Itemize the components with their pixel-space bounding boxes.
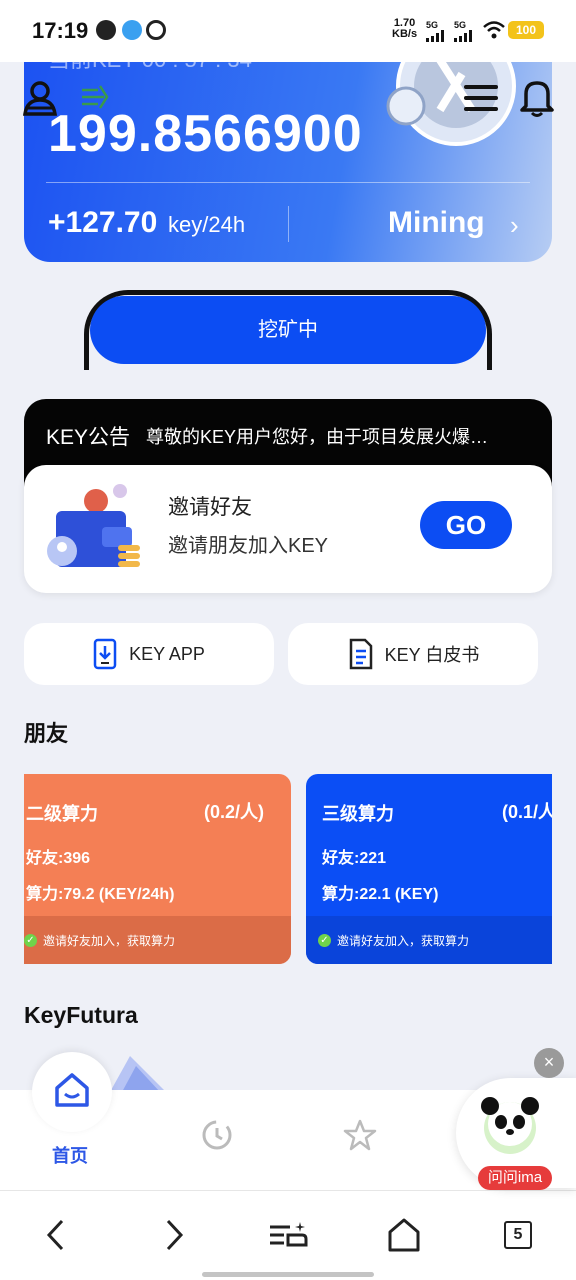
level3-title: 三级算力 (322, 804, 394, 824)
check-icon: ✓ (24, 933, 37, 947)
signal-2-label: 5G (454, 20, 467, 30)
check-icon: ✓ (318, 933, 331, 947)
browser-home-icon (388, 1218, 420, 1252)
level2-footer: ✓ 邀请好友加入，获取算力 (24, 916, 291, 964)
chevron-left-icon (46, 1219, 64, 1251)
level2-rate: (0.2/人) (204, 802, 265, 822)
refresh-icon[interactable] (200, 1118, 234, 1152)
invite-title: 邀请好友 (168, 496, 252, 519)
home-tab-label[interactable]: 首页 (52, 1142, 88, 1168)
bell-icon[interactable] (518, 78, 556, 118)
level2-footer-text: 邀请好友加入，获取算力 (43, 933, 176, 948)
tab-count: 5 (504, 1221, 532, 1249)
rate-value: +127.70 (48, 206, 158, 239)
mining-status-button[interactable]: 挖矿中 (90, 296, 486, 364)
notification-gear-icon (146, 20, 166, 40)
level2-title: 二级算力 (26, 804, 98, 824)
menu-icon[interactable] (462, 82, 500, 114)
document-icon (349, 638, 372, 670)
chevron-right-icon[interactable]: › (510, 210, 519, 241)
mining-link[interactable]: Mining (388, 206, 485, 240)
home-icon (55, 1073, 89, 1107)
level2-friends-count: 好友:396 (26, 850, 91, 867)
level2-power-value: 算力:79.2 (KEY/24h) (26, 886, 175, 903)
notification-app-icon (96, 20, 116, 40)
level3-power-value: 算力:22.1 (KEY) (322, 886, 439, 903)
keyfutura-heading: KeyFutura (24, 1002, 138, 1028)
browser-nav-bar: 5 (0, 1190, 576, 1280)
gesture-bar (202, 1272, 374, 1277)
signal-1-icon: 5G (426, 20, 448, 42)
friends-heading: 朋友 (24, 721, 69, 746)
close-icon[interactable]: × (534, 1048, 564, 1078)
top-header (0, 62, 576, 134)
notification-badge-icon (122, 20, 142, 40)
invite-go-button[interactable]: GO (420, 501, 512, 549)
status-time: 17:19 (32, 18, 89, 43)
level3-footer: ✓ 邀请好友加入，获取算力 (306, 916, 552, 964)
announcement-text: 尊敬的KEY用户您好，由于项目发展火爆… (146, 427, 489, 447)
home-tab-button[interactable] (32, 1052, 112, 1132)
rate-unit: key/24h (168, 212, 246, 237)
level3-footer-text: 邀请好友加入，获取算力 (337, 933, 470, 948)
card-separator (288, 206, 289, 242)
phone-download-icon (93, 638, 117, 670)
level3-friends-count: 好友:221 (322, 850, 387, 867)
status-bar: 17:19 1.70 KB/s 5G 5G 100 (0, 0, 576, 62)
feed-list-icon (270, 1222, 308, 1247)
whitepaper-label: KEY 白皮书 (384, 645, 480, 665)
feed-button[interactable] (266, 1213, 310, 1257)
key-app-label: KEY APP (129, 643, 205, 664)
star-icon[interactable] (342, 1118, 378, 1152)
chevron-right-icon (166, 1219, 184, 1251)
net-speed: 1.70 KB/s (392, 18, 417, 40)
invite-subtitle: 邀请朋友加入KEY (168, 535, 329, 557)
net-speed-unit: KB/s (392, 28, 418, 40)
battery-indicator: 100 (508, 21, 544, 39)
announcement-title: KEY公告 (46, 426, 131, 449)
forward-button[interactable] (152, 1213, 196, 1257)
level3-rate: (0.1/人 (502, 802, 552, 822)
wifi-icon (483, 21, 505, 39)
tabs-button[interactable]: 5 (496, 1213, 540, 1257)
back-button[interactable] (34, 1213, 78, 1257)
panda-avatar-icon (481, 1097, 539, 1154)
browser-home-button[interactable] (382, 1213, 426, 1257)
invite-card: 邀请好友 邀请朋友加入KEY GO (24, 465, 552, 593)
whitepaper-button[interactable]: KEY 白皮书 (288, 623, 538, 685)
key-app-button[interactable]: KEY APP (24, 623, 274, 685)
user-profile-icon[interactable] (22, 80, 58, 116)
level3-power-card[interactable]: 三级算力 (0.1/人 好友:221 算力:22.1 (KEY) ✓ 邀请好友加… (306, 774, 552, 964)
card-divider (46, 182, 530, 183)
level2-power-card[interactable]: 二级算力 (0.2/人) 好友:396 算力:79.2 (KEY/24h) ✓ … (24, 774, 291, 964)
speed-arrows-icon (82, 85, 109, 109)
wallet-illustration (47, 484, 140, 567)
signal-1-label: 5G (426, 20, 439, 30)
ima-label[interactable]: 问问ima (478, 1166, 552, 1190)
signal-2-icon: 5G (454, 20, 476, 42)
